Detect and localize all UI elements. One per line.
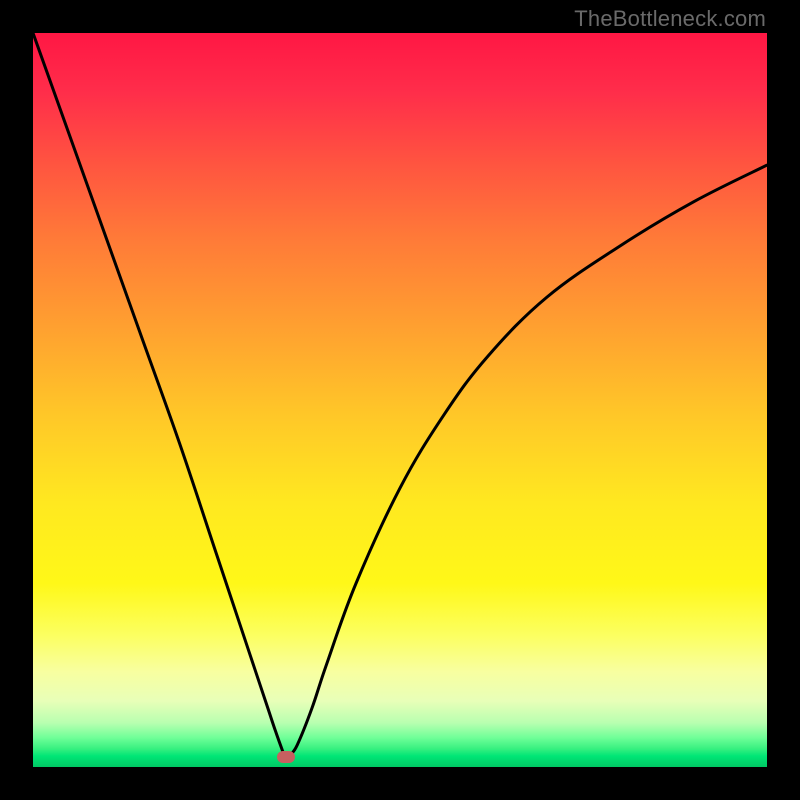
- attribution-label: TheBottleneck.com: [574, 6, 766, 32]
- chart-plot-area: [33, 33, 767, 767]
- optimal-point-marker: [277, 751, 295, 763]
